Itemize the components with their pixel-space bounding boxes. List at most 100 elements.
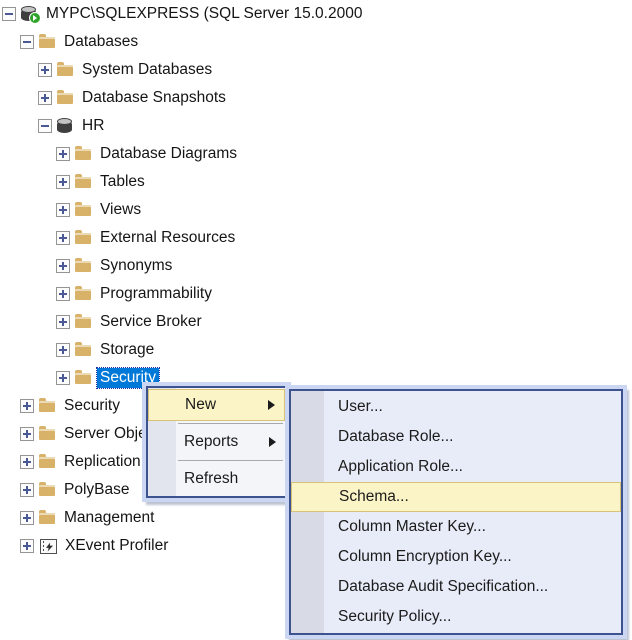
- menu-item-refresh[interactable]: Refresh: [148, 463, 285, 495]
- folder-icon: [39, 34, 56, 50]
- folder-icon: [39, 426, 56, 442]
- tree-item-label: Security: [97, 368, 159, 388]
- tree-item-views[interactable]: Views: [0, 196, 632, 224]
- menu-item-database-role[interactable]: Database Role...: [291, 422, 621, 452]
- tree-item-label: Security: [61, 396, 123, 416]
- expand-plus-icon[interactable]: [38, 91, 52, 105]
- folder-icon: [75, 146, 92, 162]
- folder-icon: [75, 174, 92, 190]
- menu-item-label: User...: [338, 398, 383, 416]
- folder-icon: [39, 454, 56, 470]
- expand-plus-icon[interactable]: [56, 259, 70, 273]
- xevent-profiler-icon: [40, 539, 57, 554]
- tree-item-databases[interactable]: Databases: [0, 28, 632, 56]
- expand-plus-icon[interactable]: [56, 231, 70, 245]
- tree-item-label: Service Broker: [97, 312, 205, 332]
- tree-item-label: Database Diagrams: [97, 144, 240, 164]
- folder-icon: [39, 510, 56, 526]
- tree-item-external-resources[interactable]: External Resources: [0, 224, 632, 252]
- tree-item-storage[interactable]: Storage: [0, 336, 632, 364]
- tree-item-label: External Resources: [97, 228, 238, 248]
- collapse-minus-icon[interactable]: [20, 35, 34, 49]
- tree-item-label: Management: [61, 508, 157, 528]
- tree-item-label: Storage: [97, 340, 157, 360]
- menu-item-user[interactable]: User...: [291, 392, 621, 422]
- tree-item-security[interactable]: Security: [0, 364, 632, 392]
- expand-plus-icon[interactable]: [56, 371, 70, 385]
- tree-item-label: XEvent Profiler: [62, 536, 171, 556]
- collapse-minus-icon[interactable]: [2, 7, 16, 21]
- menu-item-label: New: [185, 396, 216, 414]
- tree-item-label: Synonyms: [97, 256, 175, 276]
- expand-plus-icon[interactable]: [20, 427, 34, 441]
- folder-icon: [75, 342, 92, 358]
- submenu-arrow-icon: [269, 437, 276, 447]
- tree-item-programmability[interactable]: Programmability: [0, 280, 632, 308]
- tree-item-label: System Databases: [79, 60, 215, 80]
- expand-plus-icon[interactable]: [20, 511, 34, 525]
- menu-item-database-audit-specification[interactable]: Database Audit Specification...: [291, 572, 621, 602]
- database-icon: [57, 118, 74, 134]
- folder-icon: [75, 286, 92, 302]
- server-running-badge-icon: [29, 12, 41, 24]
- tree-item-database-snapshots[interactable]: Database Snapshots: [0, 84, 632, 112]
- expand-plus-icon[interactable]: [56, 147, 70, 161]
- menu-item-label: Schema...: [339, 488, 409, 506]
- folder-icon: [39, 398, 56, 414]
- folder-icon: [57, 62, 74, 78]
- menu-item-application-role[interactable]: Application Role...: [291, 452, 621, 482]
- tree-item-hr[interactable]: HR: [0, 112, 632, 140]
- menu-item-label: Column Encryption Key...: [338, 548, 512, 566]
- expand-plus-icon[interactable]: [56, 315, 70, 329]
- tree-item-system-databases[interactable]: System Databases: [0, 56, 632, 84]
- tree-item-service-broker[interactable]: Service Broker: [0, 308, 632, 336]
- folder-icon: [75, 202, 92, 218]
- menu-item-schema[interactable]: Schema...: [291, 482, 621, 512]
- folder-icon: [75, 258, 92, 274]
- tree-item-label: Views: [97, 200, 144, 220]
- expand-plus-icon[interactable]: [20, 455, 34, 469]
- object-explorer-panel: MYPC\SQLEXPRESS (SQL Server 15.0.2000 Dat…: [0, 0, 632, 640]
- folder-icon: [75, 230, 92, 246]
- expand-plus-icon[interactable]: [56, 287, 70, 301]
- expand-plus-icon[interactable]: [20, 539, 34, 553]
- folder-icon: [75, 314, 92, 330]
- menu-item-reports[interactable]: Reports: [148, 426, 285, 458]
- new-submenu: User... Database Role... Application Role.…: [289, 389, 623, 635]
- tree-item-label: PolyBase: [61, 480, 132, 500]
- context-menu: New Reports Refresh: [146, 386, 287, 498]
- expand-plus-icon[interactable]: [56, 203, 70, 217]
- tree-item-label: Database Snapshots: [79, 88, 229, 108]
- server-icon: [21, 6, 38, 22]
- tree-item-label: HR: [79, 116, 107, 136]
- menu-separator: [178, 423, 283, 424]
- menu-item-label: Refresh: [184, 470, 238, 488]
- expand-plus-icon[interactable]: [38, 63, 52, 77]
- tree-item-synonyms[interactable]: Synonyms: [0, 252, 632, 280]
- menu-item-new[interactable]: New: [148, 389, 285, 421]
- tree-item-mypc-sqlexpress-sql-server-15-0-2000[interactable]: MYPC\SQLEXPRESS (SQL Server 15.0.2000: [0, 0, 632, 28]
- menu-item-column-encryption-key[interactable]: Column Encryption Key...: [291, 542, 621, 572]
- menu-item-label: Security Policy...: [338, 608, 451, 626]
- expand-plus-icon[interactable]: [56, 175, 70, 189]
- tree-item-database-diagrams[interactable]: Database Diagrams: [0, 140, 632, 168]
- tree-item-label: Programmability: [97, 284, 215, 304]
- menu-item-label: Reports: [184, 433, 238, 451]
- folder-icon: [57, 90, 74, 106]
- menu-item-label: Application Role...: [338, 458, 463, 476]
- menu-item-column-master-key[interactable]: Column Master Key...: [291, 512, 621, 542]
- tree-item-label: Databases: [61, 32, 141, 52]
- tree-item-label: MYPC\SQLEXPRESS (SQL Server 15.0.2000: [43, 4, 365, 24]
- expand-plus-icon[interactable]: [56, 343, 70, 357]
- menu-item-label: Database Audit Specification...: [338, 578, 548, 596]
- tree-item-label: Replication: [61, 452, 144, 472]
- menu-item-label: Column Master Key...: [338, 518, 486, 536]
- menu-item-label: Database Role...: [338, 428, 453, 446]
- tree-item-tables[interactable]: Tables: [0, 168, 632, 196]
- expand-plus-icon[interactable]: [20, 483, 34, 497]
- menu-separator: [178, 460, 283, 461]
- tree-item-label: Tables: [97, 172, 148, 192]
- menu-item-security-policy[interactable]: Security Policy...: [291, 602, 621, 632]
- expand-plus-icon[interactable]: [20, 399, 34, 413]
- collapse-minus-icon[interactable]: [38, 119, 52, 133]
